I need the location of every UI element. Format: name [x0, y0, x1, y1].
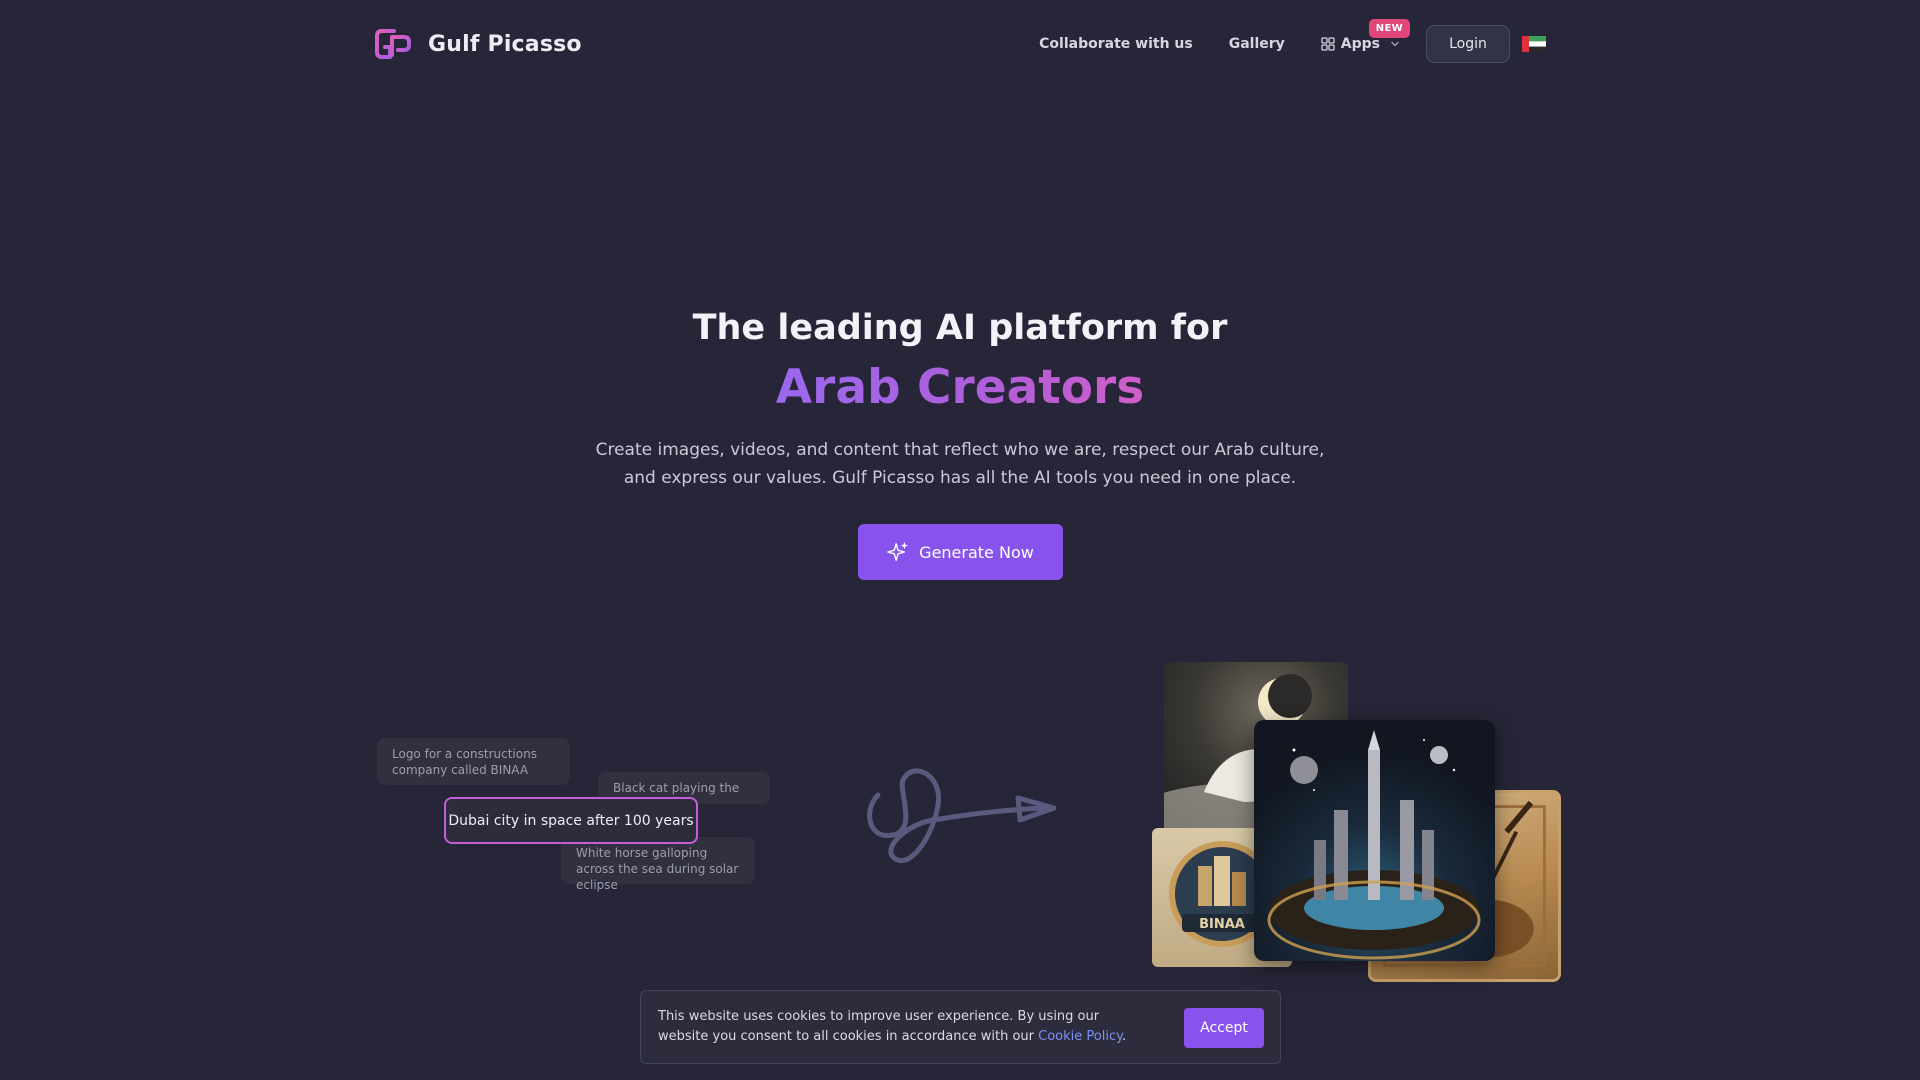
uae-flag-icon[interactable]	[1522, 36, 1546, 52]
nav-collaborate-link[interactable]: Collaborate with us	[1039, 36, 1193, 52]
hero-accent-title: Arab Creators	[0, 360, 1920, 415]
main-nav: Collaborate with us Gallery Apps NEW Log…	[1039, 19, 1546, 64]
new-badge: NEW	[1368, 19, 1410, 38]
site-header: Gulf Picasso Collaborate with us Gallery…	[0, 0, 1920, 88]
nav-gallery-link[interactable]: Gallery	[1229, 36, 1285, 52]
hero-description: Create images, videos, and content that …	[595, 440, 1325, 488]
nav-apps-dropdown[interactable]: Apps NEW	[1321, 19, 1410, 52]
binaa-logo-text: BINAA	[1199, 917, 1245, 932]
squiggle-arrow-icon	[867, 768, 1057, 863]
cookie-policy-link[interactable]: Cookie Policy	[1038, 1029, 1122, 1044]
cookie-text: This website uses cookies to improve use…	[658, 1009, 1100, 1044]
generated-image-dubai-space	[1254, 720, 1495, 961]
accept-cookies-button[interactable]: Accept	[1184, 1008, 1264, 1048]
cookie-period: .	[1121, 1029, 1127, 1044]
generate-now-button[interactable]: Generate Now	[858, 524, 1063, 580]
hero-title: The leading AI platform for	[692, 308, 1228, 348]
sparkle-icon	[887, 541, 909, 561]
cookie-banner: This website uses cookies to improve use…	[640, 990, 1281, 1064]
hero-accent-text: Arab Creators	[775, 360, 1145, 415]
prompt-chip-dubai-label: Dubai city in space after 100 years	[448, 812, 694, 829]
brand-name: Gulf Picasso	[428, 31, 582, 57]
chevron-down-icon	[1391, 41, 1399, 47]
brand-logo[interactable]: Gulf Picasso	[374, 26, 582, 62]
nav-apps-label: Apps	[1340, 36, 1380, 52]
apps-grid-icon	[1321, 37, 1335, 51]
generate-now-label: Generate Now	[919, 542, 1034, 562]
prompt-chip-binaa[interactable]: Logo for a constructions company called …	[377, 738, 570, 785]
prompt-chip-dubai-active[interactable]: Dubai city in space after 100 years	[444, 797, 698, 844]
login-button[interactable]: Login	[1426, 25, 1510, 63]
cookie-message: This website uses cookies to improve use…	[658, 1007, 1128, 1047]
gulf-picasso-logo-icon	[375, 29, 411, 59]
prompt-chip-horse[interactable]: White horse galloping across the sea dur…	[561, 837, 755, 892]
